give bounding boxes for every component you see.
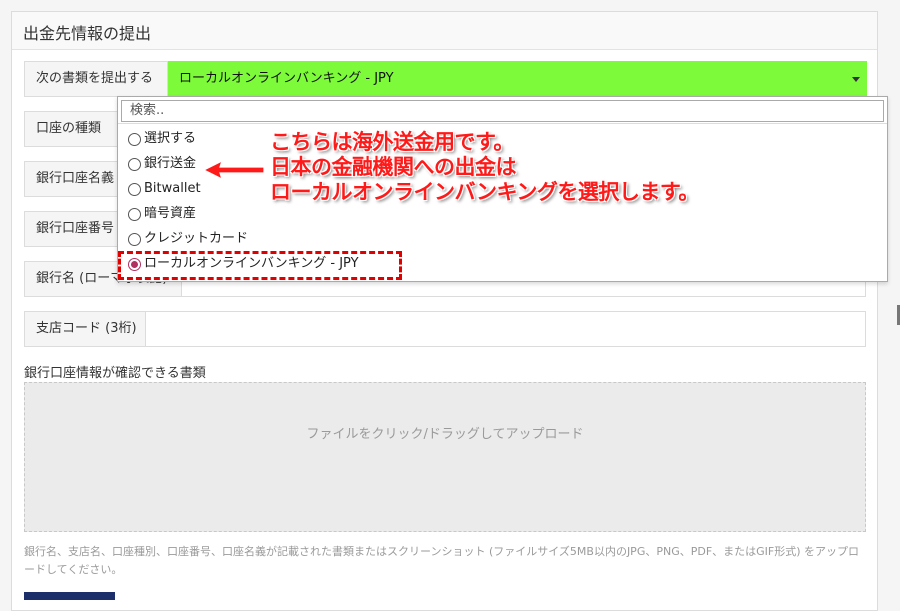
radio-icon xyxy=(128,232,141,246)
radio-icon xyxy=(128,132,141,146)
option-crypto[interactable]: 暗号資産 xyxy=(128,203,196,225)
annotation-line-3: ローカルオンラインバンキングを選択します。 xyxy=(270,180,699,204)
annotation-line-1: こちらは海外送金用です。 xyxy=(270,130,514,154)
document-type-label: 次の書類を提出する xyxy=(25,62,168,96)
highlight-box xyxy=(118,251,402,280)
option-select[interactable]: 選択する xyxy=(128,128,196,150)
dropzone-text: ファイルをクリック/ドラッグしてアップロード xyxy=(306,427,584,442)
option-bitwallet[interactable]: Bitwallet xyxy=(128,178,201,200)
dropdown-search-input[interactable]: 検索.. xyxy=(121,100,884,122)
panel-title: 出金先情報の提出 xyxy=(12,12,877,50)
annotation-callout: こちらは海外送金用です。 日本の金融機関への出金は ローカルオンラインバンキング… xyxy=(270,130,699,205)
option-label: 銀行送金 xyxy=(144,156,197,171)
radio-icon xyxy=(128,157,141,171)
upload-dropzone[interactable]: ファイルをクリック/ドラッグしてアップロード xyxy=(24,382,866,532)
option-label: 暗号資産 xyxy=(144,206,197,221)
document-type-value: ローカルオンラインバンキング - JPY xyxy=(179,71,394,86)
dropdown-divider xyxy=(118,123,887,124)
option-credit-card[interactable]: クレジットカード xyxy=(128,228,248,250)
account-type-label: 口座の種類 xyxy=(25,112,119,146)
upload-help-text: 銀行名、支店名、口座種別、口座番号、口座名義が記載された書類またはスクリーンショ… xyxy=(24,545,860,576)
chevron-down-icon xyxy=(852,77,860,82)
radio-icon xyxy=(128,182,141,196)
radio-icon xyxy=(128,207,141,221)
option-label: クレジットカード xyxy=(144,231,249,246)
option-label: Bitwallet xyxy=(144,181,201,196)
annotation-line-2: 日本の金融機関への出金は xyxy=(270,155,516,179)
branch-code-label: 支店コード (3桁) xyxy=(25,312,146,346)
option-bank-transfer[interactable]: 銀行送金 xyxy=(128,153,196,175)
account-number-label: 銀行口座番号 xyxy=(25,212,119,246)
document-type-row: 次の書類を提出する ローカルオンラインバンキング - JPY xyxy=(24,61,867,97)
upload-section-title: 銀行口座情報が確認できる書類 xyxy=(24,366,206,381)
option-label: 選択する xyxy=(144,131,197,146)
document-type-select[interactable]: ローカルオンラインバンキング - JPY xyxy=(168,61,867,97)
account-name-label: 銀行口座名義 xyxy=(25,162,119,196)
pointer-arrow-icon xyxy=(202,160,265,180)
submit-button[interactable] xyxy=(24,592,115,600)
branch-code-row[interactable]: 支店コード (3桁) xyxy=(24,311,866,347)
